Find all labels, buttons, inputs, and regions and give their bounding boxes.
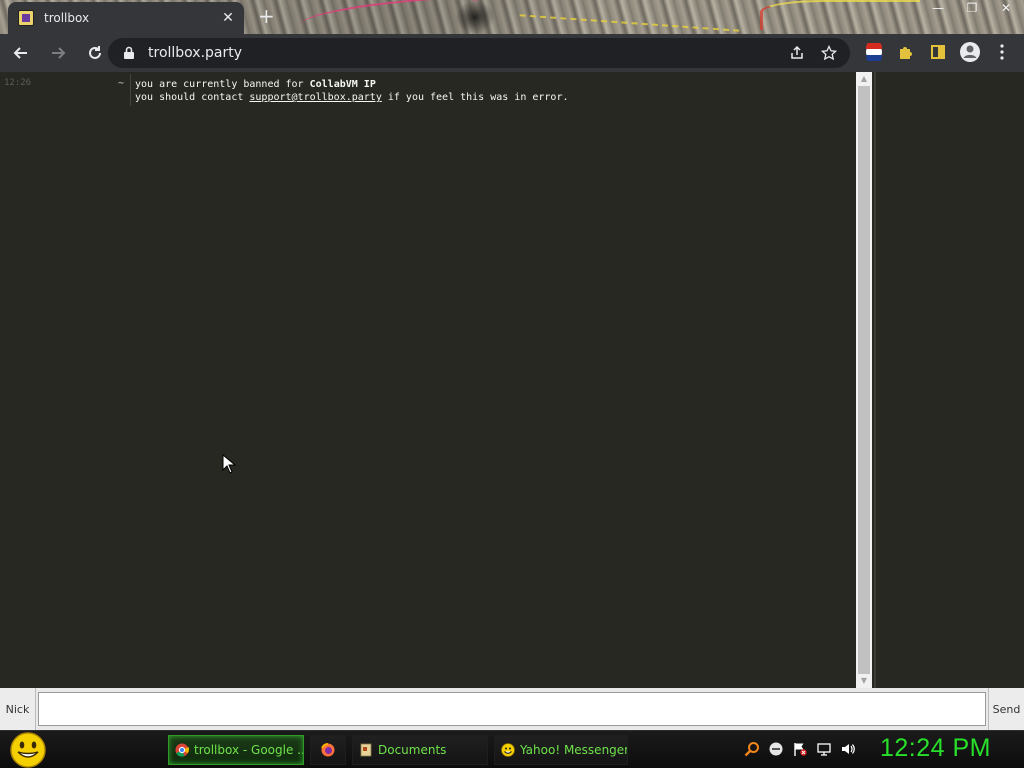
taskbar: trollbox - Google ... Documents Yahoo! M…	[0, 730, 1024, 768]
browser-toolbar: trollbox.party	[0, 34, 1024, 72]
chat-input-bar: Nick Send	[0, 688, 1024, 730]
forward-button[interactable]	[42, 37, 74, 69]
menu-kebab-icon[interactable]	[990, 40, 1014, 64]
profile-avatar-icon[interactable]	[958, 40, 982, 64]
vpn-flag-icon[interactable]	[862, 40, 886, 64]
folder-icon	[360, 743, 372, 757]
user-list	[874, 72, 1024, 688]
action-center-flag-icon[interactable]	[792, 741, 808, 757]
trollbox-page: 12:26 ~ you are currently banned for Col…	[0, 72, 1024, 688]
message-nick: ~	[118, 78, 125, 89]
url-text[interactable]: trollbox.party	[148, 45, 776, 61]
taskbar-item-label: Yahoo! Messenger	[520, 743, 628, 757]
forward-arrow-icon	[52, 47, 66, 59]
extensions-puzzle-icon[interactable]	[894, 40, 918, 64]
reload-icon	[89, 46, 101, 59]
screen: trollbox ✕ + — ❐ ✕ trollbox.party 12:26 …	[0, 0, 1024, 768]
message-body: you are currently banned for CollabVM IP…	[135, 78, 568, 104]
yahoo-messenger-icon	[501, 743, 515, 757]
message-line-2: you should contact support@trollbox.part…	[135, 92, 569, 103]
firefox-icon	[321, 743, 335, 757]
extensions-area	[862, 40, 1014, 64]
tab-trollbox[interactable]: trollbox ✕	[8, 2, 244, 34]
send-button[interactable]: Send	[988, 688, 1024, 730]
search-icon[interactable]	[744, 741, 760, 757]
back-button[interactable]	[5, 37, 37, 69]
scroll-up-arrow-icon[interactable]: ▲	[856, 72, 872, 86]
start-button[interactable]	[8, 731, 48, 768]
maximize-button[interactable]: ❐	[960, 0, 984, 16]
taskbar-item-documents[interactable]: Documents	[352, 735, 488, 765]
nick-button[interactable]: Nick	[0, 688, 36, 730]
network-icon[interactable]	[816, 741, 832, 757]
chat-scrollbar[interactable]: ▲ ▼	[856, 72, 872, 688]
scroll-down-arrow-icon[interactable]: ▼	[856, 674, 872, 688]
window-controls: — ❐ ✕	[926, 0, 1018, 16]
message-input[interactable]	[38, 692, 986, 726]
taskbar-item-chrome[interactable]: trollbox - Google ...	[168, 735, 304, 765]
bookmark-star-icon[interactable]	[818, 42, 840, 64]
mouse-cursor-icon	[222, 454, 236, 474]
system-tray	[744, 741, 856, 757]
taskbar-item-label: Documents	[378, 743, 447, 757]
browser-tab-strip: trollbox ✕ + — ❐ ✕	[0, 0, 1024, 34]
address-bar[interactable]: trollbox.party	[108, 38, 850, 68]
minimize-button[interactable]: —	[926, 0, 950, 16]
trollbox-favicon-icon	[18, 10, 34, 26]
close-window-button[interactable]: ✕	[994, 0, 1018, 16]
message-time: 12:26	[4, 78, 32, 88]
lock-icon	[124, 46, 134, 59]
tab-close-icon[interactable]: ✕	[220, 10, 236, 26]
taskbar-item-firefox[interactable]	[310, 735, 346, 765]
taskbar-item-label: trollbox - Google ...	[194, 743, 304, 757]
back-arrow-icon	[13, 47, 27, 59]
new-tab-button[interactable]: +	[258, 6, 275, 26]
tab-title: trollbox	[44, 11, 90, 25]
scrollbar-thumb[interactable]	[858, 86, 870, 674]
message-line-1: you are currently banned for CollabVM IP	[135, 79, 376, 90]
share-icon[interactable]	[786, 42, 808, 64]
volume-icon[interactable]	[840, 741, 856, 757]
taskbar-item-yahoo-messenger[interactable]: Yahoo! Messenger	[494, 735, 628, 765]
side-panel-icon[interactable]	[926, 40, 950, 64]
chat-log: 12:26 ~ you are currently banned for Col…	[0, 72, 856, 688]
chrome-icon	[175, 743, 189, 757]
smiley-start-icon	[10, 732, 46, 768]
status-minus-icon[interactable]	[768, 741, 784, 757]
ban-reason: CollabVM IP	[309, 79, 376, 90]
reload-button[interactable]	[79, 37, 111, 69]
taskbar-clock[interactable]: 12:24 PM	[880, 734, 991, 763]
support-email-link[interactable]: support@trollbox.party	[249, 92, 381, 103]
